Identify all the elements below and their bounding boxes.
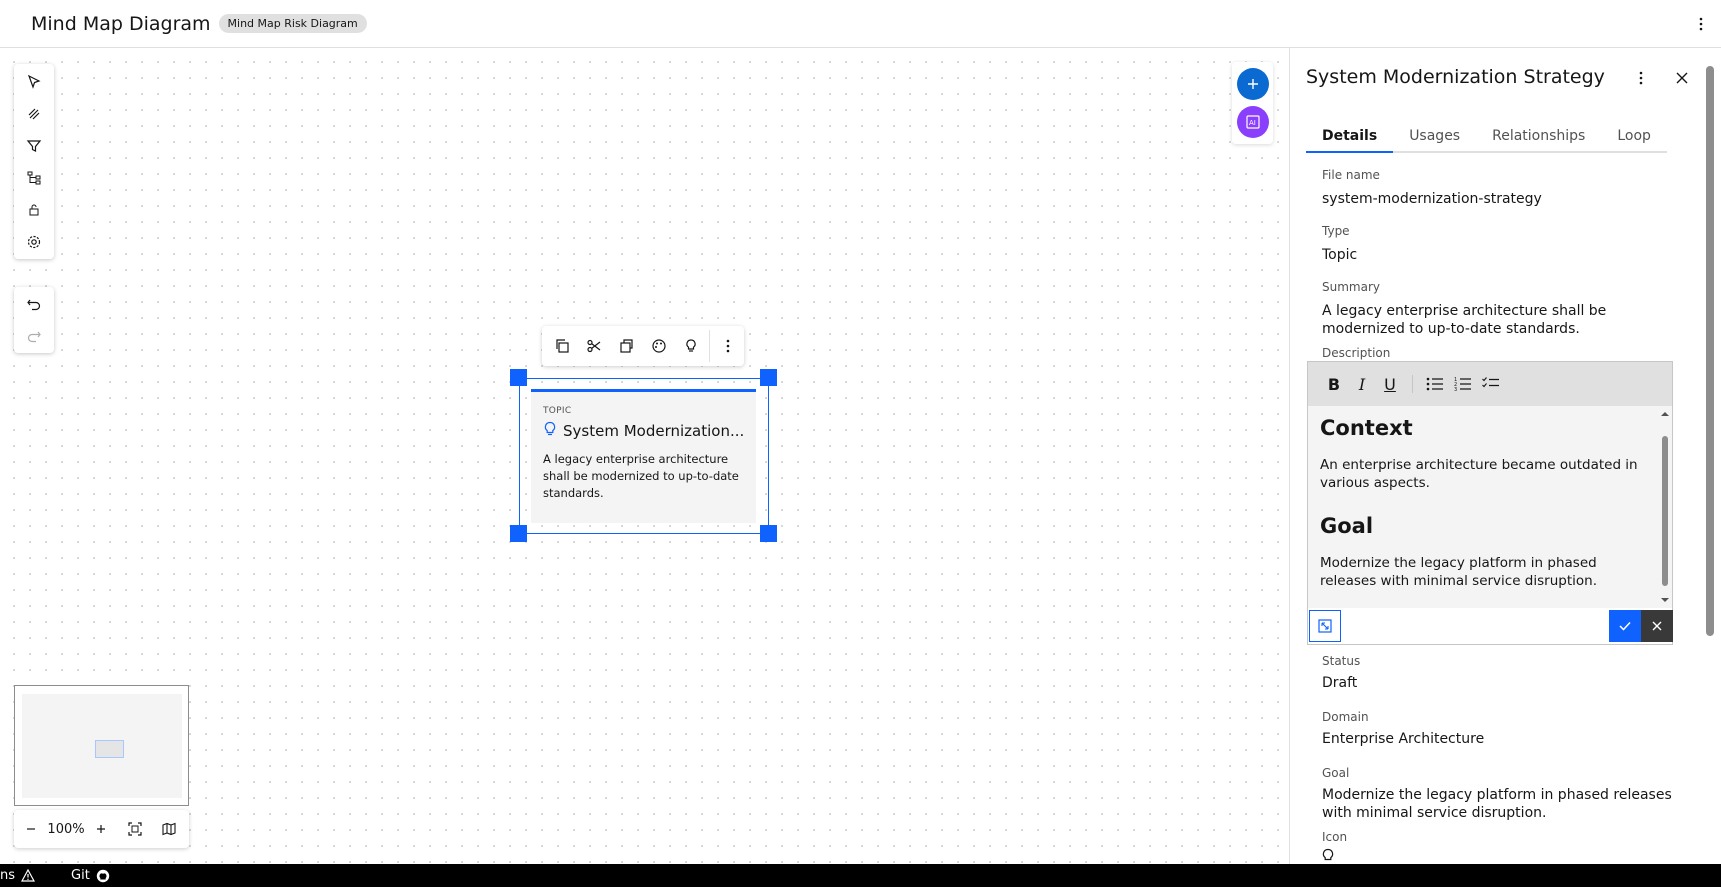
- minimap[interactable]: [14, 685, 189, 806]
- cut-icon[interactable]: [578, 330, 610, 362]
- node-title: System Modernization...: [563, 422, 745, 440]
- panel-tabs: Details Usages Relationships Loop: [1306, 119, 1667, 153]
- fit-to-screen-icon[interactable]: [118, 810, 152, 848]
- goal-value[interactable]: Modernize the legacy platform in phased …: [1322, 786, 1682, 822]
- toolbar-divider: [708, 330, 710, 362]
- tab-details[interactable]: Details: [1306, 119, 1394, 153]
- file-name-label: File name: [1322, 168, 1380, 182]
- tree-layout-icon[interactable]: [14, 162, 54, 194]
- editor-paragraph-context: An enterprise architecture became outdat…: [1320, 457, 1638, 491]
- type-label: Type: [1322, 224, 1350, 238]
- copy-icon[interactable]: [546, 330, 578, 362]
- description-editor[interactable]: B I U 123 Context An enterprise architec…: [1307, 361, 1673, 645]
- status-bar: ns Git: [0, 864, 1721, 887]
- zoom-level: 100%: [47, 821, 85, 837]
- node-kind-label: TOPIC: [543, 406, 572, 416]
- lightbulb-icon[interactable]: [675, 330, 707, 362]
- cancel-description-button[interactable]: [1641, 610, 1673, 642]
- zoom-out-button[interactable]: [14, 810, 48, 848]
- underline-button[interactable]: U: [1376, 370, 1404, 398]
- domain-value[interactable]: Enterprise Architecture: [1322, 730, 1682, 748]
- summary-label: Summary: [1322, 280, 1380, 294]
- minimap-viewport: [22, 694, 182, 798]
- panel-scrollbar-thumb[interactable]: [1706, 66, 1714, 636]
- save-description-button[interactable]: [1609, 610, 1641, 642]
- color-palette-icon[interactable]: [643, 330, 675, 362]
- warning-icon[interactable]: [21, 869, 36, 882]
- editor-footer: [1308, 608, 1673, 644]
- file-name-value[interactable]: system-modernization-strategy: [1322, 190, 1682, 208]
- italic-button[interactable]: I: [1348, 370, 1376, 398]
- status-label: Status: [1322, 654, 1361, 668]
- icon-label: Icon: [1322, 830, 1348, 844]
- panel-title: System Modernization Strategy: [1306, 66, 1605, 88]
- minimap-node: [95, 740, 124, 758]
- ai-assistant-button[interactable]: AI: [1237, 106, 1269, 138]
- description-label: Description: [1322, 346, 1391, 360]
- editor-content[interactable]: Context An enterprise architecture becam…: [1308, 406, 1660, 606]
- editor-toolbar: B I U 123: [1308, 362, 1672, 406]
- svg-text:AI: AI: [1249, 119, 1256, 127]
- bullet-list-icon[interactable]: [1421, 370, 1449, 398]
- filter-icon[interactable]: [14, 130, 54, 162]
- checklist-icon[interactable]: [1477, 370, 1505, 398]
- resize-handle-bottom-right[interactable]: [760, 525, 777, 542]
- type-value[interactable]: Topic: [1322, 246, 1682, 264]
- panel-overflow-menu-icon[interactable]: [1629, 66, 1653, 90]
- app-header: Mind Map Diagram Mind Map Risk Diagram: [0, 0, 1721, 48]
- app-title: Mind Map Diagram: [31, 12, 211, 35]
- lightbulb-icon: [543, 421, 557, 441]
- resize-handle-top-right[interactable]: [760, 369, 777, 386]
- editor-toolbar-divider: [1412, 375, 1413, 393]
- add-node-button[interactable]: [1237, 68, 1269, 100]
- zoom-controls: 100%: [14, 810, 189, 848]
- settings-gear-icon[interactable]: [14, 226, 54, 258]
- node-description: A legacy enterprise architecture shall b…: [543, 452, 739, 500]
- tab-relationships[interactable]: Relationships: [1476, 119, 1602, 153]
- resize-handle-top-left[interactable]: [510, 369, 527, 386]
- tab-loop[interactable]: Loop: [1601, 119, 1667, 153]
- properties-panel: System Modernization Strategy Details Us…: [1289, 48, 1721, 864]
- pointer-tool-icon[interactable]: [14, 66, 54, 98]
- topic-node[interactable]: TOPIC System Modernization... A legacy e…: [531, 389, 756, 523]
- bold-button[interactable]: B: [1320, 370, 1348, 398]
- status-problems-label[interactable]: ns: [0, 868, 15, 883]
- numbered-list-icon[interactable]: 123: [1449, 370, 1477, 398]
- goal-label: Goal: [1322, 766, 1350, 780]
- resize-handle-bottom-left[interactable]: [510, 525, 527, 542]
- status-value[interactable]: Draft: [1322, 674, 1682, 692]
- svg-text:3: 3: [1454, 387, 1457, 392]
- redo-icon[interactable]: [14, 320, 54, 352]
- diagram-type-tag: Mind Map Risk Diagram: [218, 14, 367, 33]
- github-icon[interactable]: [96, 869, 110, 883]
- tab-usages[interactable]: Usages: [1393, 119, 1477, 153]
- tool-palette: [14, 64, 54, 259]
- editor-scrollbar[interactable]: [1660, 410, 1670, 604]
- node-context-toolbar: [542, 326, 744, 366]
- editor-heading-context: Context: [1320, 416, 1413, 440]
- editor-scrollbar-thumb[interactable]: [1662, 436, 1668, 586]
- duplicate-icon[interactable]: [610, 330, 642, 362]
- lock-icon[interactable]: [14, 194, 54, 226]
- history-toolbar: [14, 287, 54, 353]
- edge-tool-icon[interactable]: [14, 98, 54, 130]
- summary-value[interactable]: A legacy enterprise architecture shall b…: [1322, 302, 1682, 338]
- editor-paragraph-goal: Modernize the legacy platform in phased …: [1320, 555, 1597, 589]
- editor-heading-goal: Goal: [1320, 514, 1374, 538]
- git-label[interactable]: Git: [71, 868, 90, 883]
- overflow-menu-icon[interactable]: [1691, 12, 1711, 36]
- fab-container: AI: [1232, 62, 1273, 144]
- undo-icon[interactable]: [14, 288, 54, 320]
- map-icon[interactable]: [152, 810, 186, 848]
- expand-editor-icon[interactable]: [1309, 610, 1341, 642]
- more-options-icon[interactable]: [712, 330, 744, 362]
- zoom-in-button[interactable]: [84, 810, 118, 848]
- close-icon[interactable]: [1670, 66, 1694, 90]
- domain-label: Domain: [1322, 710, 1369, 724]
